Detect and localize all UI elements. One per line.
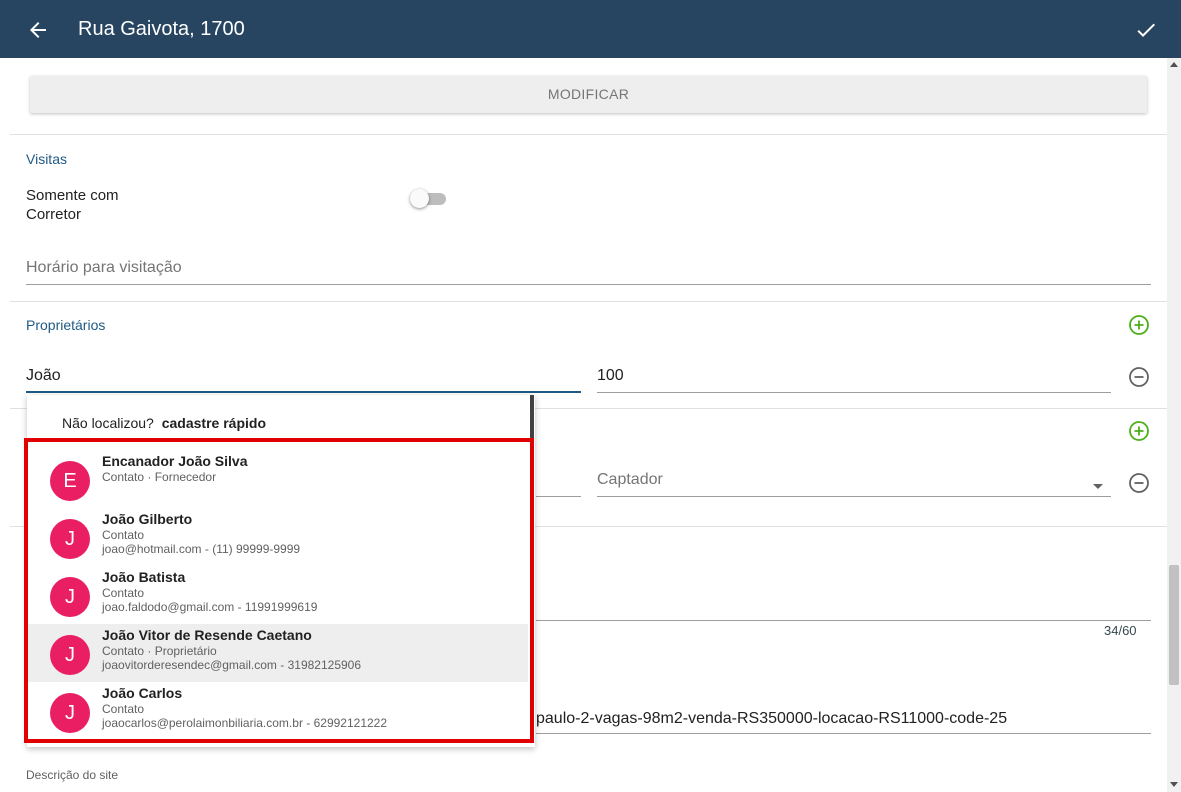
avatar: E [50, 461, 90, 501]
site-title-field[interactable] [536, 593, 1151, 621]
owner-share-input[interactable]: 100 [597, 365, 1111, 393]
result-name: João Carlos [102, 685, 183, 701]
result-tags: Contato [102, 586, 145, 600]
result-name: João Vitor de Resende Caetano [102, 627, 312, 643]
site-url-value: paulo-2-vagas-98m2-venda-RS350000-locaca… [536, 710, 1008, 727]
captador-placeholder: Captador [597, 471, 663, 488]
captador-select[interactable]: Captador [597, 469, 1111, 497]
result-contact: joao@hotmail.com - (11) 99999-9999 [102, 542, 301, 556]
scrollbar-thumb[interactable] [1169, 565, 1179, 685]
divider [10, 301, 1167, 302]
avatar: J [50, 577, 90, 617]
autocomplete-result-item-selected[interactable]: J João Vitor de Resende Caetano Contato … [28, 624, 528, 682]
result-tags: Contato [102, 702, 145, 716]
autocomplete-result-item[interactable]: E Encanador João Silva Contato · Fornece… [28, 450, 528, 508]
remove-owner-minus-icon[interactable] [1128, 366, 1150, 388]
site-description-label: Descrição do site [26, 768, 119, 782]
not-found-text: Não localizou? [62, 415, 154, 431]
result-name: Encanador João Silva [102, 453, 248, 469]
autocomplete-result-item[interactable]: J João Carlos Contato joaocarlos@perolai… [28, 682, 528, 740]
popup-scrollbar[interactable] [530, 395, 534, 440]
remove-captador-minus-icon[interactable] [1128, 472, 1150, 494]
result-name: João Gilberto [102, 511, 193, 527]
dialog-scrollbar[interactable] [1167, 58, 1181, 792]
site-title-counter: 34/60 [1104, 623, 1137, 638]
result-contact: joaovitorderesendec@gmail.com - 31982125… [102, 658, 362, 672]
only-with-broker-label-line2: Corretor [26, 206, 82, 223]
only-with-broker-toggle[interactable] [410, 189, 446, 208]
avatar: J [50, 635, 90, 675]
visit-hours-placeholder: Horário para visitação [26, 259, 182, 276]
quick-register-link[interactable]: cadastre rápido [162, 415, 266, 431]
autocomplete-result-item[interactable]: J João Gilberto Contato joao@hotmail.com… [28, 508, 528, 566]
check-icon[interactable] [1134, 18, 1158, 42]
owner-share-value: 100 [597, 367, 624, 384]
add-captador-plus-icon[interactable] [1128, 420, 1150, 442]
captador-left-field[interactable] [536, 469, 581, 497]
avatar: J [50, 519, 90, 559]
not-found-row: Não localizou? cadastre rápido [62, 415, 266, 431]
chevron-down-icon[interactable] [1093, 484, 1103, 489]
section-title-visitas: Visitas [26, 151, 67, 167]
add-owner-plus-icon[interactable] [1128, 314, 1150, 336]
visit-hours-field[interactable]: Horário para visitação [26, 257, 1151, 285]
owner-search-value: João [26, 367, 61, 384]
divider [10, 134, 1167, 135]
autocomplete-result-item[interactable]: J João Batista Contato joao.faldodo@gmai… [28, 566, 528, 624]
scroll-down-arrow-icon[interactable] [1170, 782, 1178, 787]
result-contact: joaocarlos@perolaimonbiliaria.com.br - 6… [102, 716, 388, 730]
arrow-left-icon[interactable] [26, 18, 50, 42]
section-title-proprietarios: Proprietários [26, 317, 106, 333]
owner-search-input[interactable]: João [26, 365, 581, 393]
page-title: Rua Gaivota, 1700 [78, 18, 245, 40]
modify-button[interactable]: MODIFICAR [30, 76, 1147, 113]
scroll-up-arrow-icon[interactable] [1170, 62, 1178, 67]
app-bar: Rua Gaivota, 1700 [0, 0, 1181, 58]
result-tags: Contato · Fornecedor [102, 470, 217, 484]
only-with-broker-label-line1: Somente com [26, 187, 119, 204]
result-contact: joao.faldodo@gmail.com - 11991999619 [102, 600, 318, 614]
site-url-field[interactable]: paulo-2-vagas-98m2-venda-RS350000-locaca… [536, 708, 1151, 734]
result-tags: Contato · Proprietário [102, 644, 217, 658]
toggle-knob [410, 189, 429, 208]
result-name: João Batista [102, 569, 186, 585]
avatar: J [50, 693, 90, 733]
result-tags: Contato [102, 528, 145, 542]
property-edit-dialog: MODIFICAR Visitas Somente com Corretor H… [0, 58, 1181, 792]
only-with-broker-label: Somente com Corretor [26, 186, 119, 224]
